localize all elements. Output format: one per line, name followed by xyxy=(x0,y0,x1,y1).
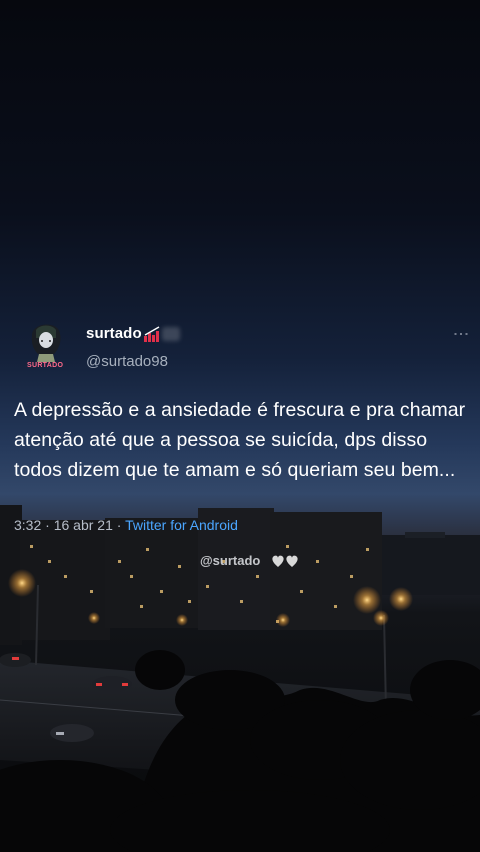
tweet-source-link[interactable]: Twitter for Android xyxy=(125,517,238,533)
watermark: @surtado xyxy=(200,553,261,568)
emoji-icon xyxy=(162,327,180,341)
equalizer-icon xyxy=(143,325,163,343)
more-vertical-icon[interactable]: ⋮ xyxy=(452,326,469,340)
user-handle[interactable]: @surtado98 xyxy=(86,353,168,370)
tweet-date: 16 abr 21 xyxy=(53,517,113,533)
meta-separator: · xyxy=(41,517,54,533)
tweet-meta: 3:32 · 16 abr 21 · Twitter for Android xyxy=(14,517,238,533)
display-name[interactable]: surtado xyxy=(86,325,142,342)
tweet-time: 3:32 xyxy=(14,517,42,533)
avatar-label: SURTADO xyxy=(27,362,64,369)
profile-avatar[interactable]: SURTADO xyxy=(22,316,70,376)
tweet-text: A depressão e a ansiedade é frescura e p… xyxy=(14,399,466,481)
meta-separator: · xyxy=(112,517,126,533)
hearts-icon xyxy=(270,553,304,569)
